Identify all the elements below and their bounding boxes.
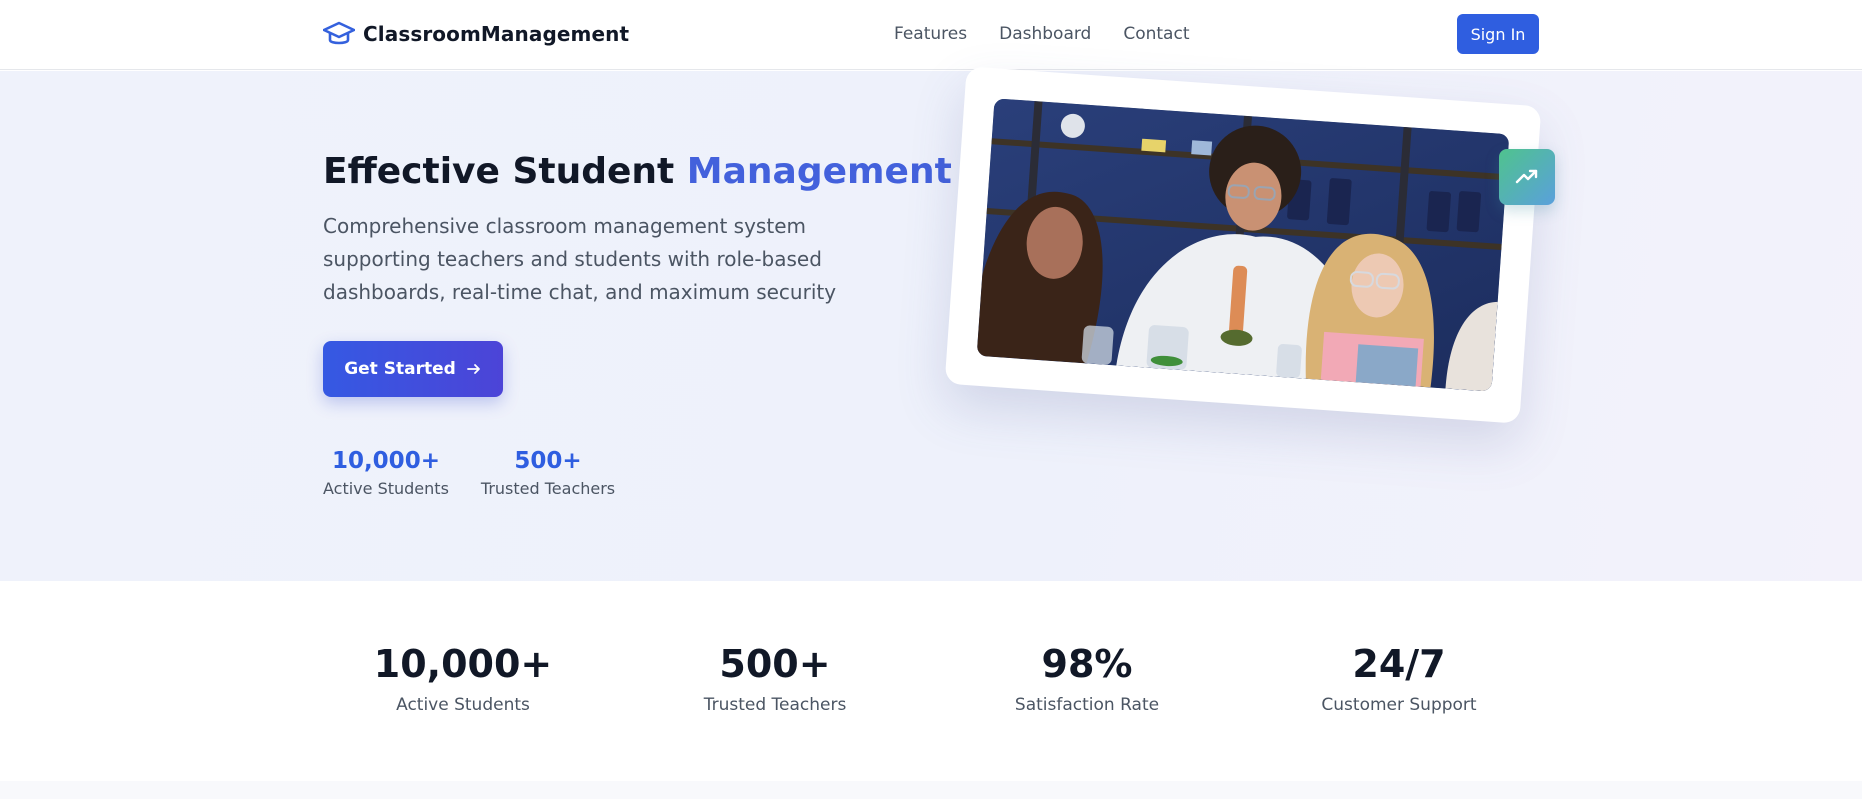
stat-label: Active Students — [396, 695, 530, 715]
hero-title-main: Effective Student — [323, 151, 687, 192]
trend-badge — [1499, 149, 1555, 205]
stat-label: Trusted Teachers — [703, 695, 847, 715]
stat-value: 10,000+ — [373, 642, 553, 686]
hero-subtitle: Comprehensive classroom management syste… — [323, 214, 837, 304]
brand-name: ClassroomManagement — [363, 22, 630, 46]
get-started-label: Get Started — [344, 359, 456, 379]
get-started-button[interactable]: Get Started — [323, 341, 503, 397]
hero-image-card — [944, 66, 1542, 424]
mini-stat-students: 10,000+ Active Students — [323, 447, 449, 498]
stat-label: Satisfaction Rate — [1014, 695, 1160, 715]
trending-up-icon — [1515, 169, 1538, 184]
stats-section: 10,000+ Active Students 500+ Trusted Tea… — [0, 581, 1862, 781]
arrow-right-icon — [466, 364, 480, 374]
brand-logo[interactable]: ClassroomManagement — [323, 20, 629, 48]
mini-stat-value: 500+ — [514, 448, 582, 474]
stat-satisfaction: 98% Satisfaction Rate — [937, 641, 1237, 715]
stat-support: 24/7 Customer Support — [1249, 641, 1549, 715]
mini-stat-label: Trusted Teachers — [480, 479, 616, 498]
next-section-edge — [0, 781, 1862, 799]
nav-link-contact[interactable]: Contact — [1123, 24, 1189, 44]
mini-stat-label: Active Students — [323, 479, 449, 498]
nav-links: Features Dashboard Contact — [894, 24, 1189, 44]
mini-stat-value: 10,000+ — [331, 448, 440, 474]
hero-section: Effective Student Management Comprehensi… — [0, 71, 1862, 581]
hero-mini-stats: 10,000+ Active Students 500+ Trusted Tea… — [323, 447, 615, 498]
nav-link-dashboard[interactable]: Dashboard — [999, 24, 1091, 44]
graduation-cap-icon — [323, 21, 355, 45]
hero-title-accent: Management — [686, 151, 952, 192]
stat-value: 24/7 — [1352, 642, 1446, 686]
stat-students: 10,000+ Active Students — [313, 641, 613, 715]
classroom-photo — [976, 98, 1510, 392]
classroom-illustration — [976, 98, 1510, 392]
hero-title: Effective Student Management — [323, 151, 952, 192]
stat-teachers: 500+ Trusted Teachers — [625, 641, 925, 715]
stat-value: 98% — [1041, 642, 1133, 686]
stat-value: 500+ — [719, 642, 831, 686]
nav-link-features[interactable]: Features — [894, 24, 967, 44]
mini-stat-teachers: 500+ Trusted Teachers — [481, 447, 615, 498]
sign-in-button[interactable]: Sign In — [1457, 14, 1539, 54]
stat-label: Customer Support — [1321, 695, 1477, 715]
top-navbar: ClassroomManagement Features Dashboard C… — [0, 0, 1862, 70]
